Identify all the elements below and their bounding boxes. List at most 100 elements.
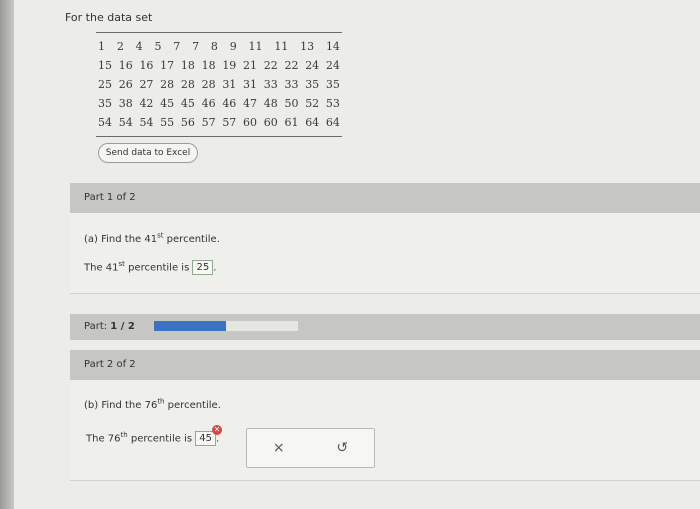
data-cell: 61 [284,116,299,129]
data-cell: 7 [192,40,200,53]
data-cell: 54 [98,116,112,129]
part1-answer-line: The 41st percentile is 25. [84,260,216,275]
data-cell: 7 [173,40,181,53]
data-cell: 26 [118,78,133,91]
data-cell: 31 [222,78,237,91]
data-cell: 35 [305,78,320,91]
data-cell: 46 [201,97,216,110]
data-cell: 35 [325,78,340,91]
part2-answer-end: . [215,433,220,445]
data-cell: 19 [222,59,237,72]
part1-question-suffix: percentile. [163,234,220,245]
progress-label: Part: 1 / 2 [84,321,135,332]
action-panel: × ↺ [246,428,375,468]
data-cell: 56 [180,116,195,129]
data-cell: 57 [222,116,237,129]
data-cell: 24 [305,59,320,72]
data-cell: 16 [139,59,154,72]
data-cell: 15 [98,59,112,72]
data-row: 1 2 4 5 7 7 8 9 11 11 13 14 [96,37,342,56]
part2-question-suffix: percentile. [164,400,221,411]
part1-question-prefix: (a) Find the 41 [84,234,158,245]
progress-bar: Part: 1 / 2 [70,314,700,340]
undo-icon[interactable]: ↺ [336,440,348,456]
data-cell: 9 [229,40,237,53]
data-cell: 5 [154,40,162,53]
data-cell: 4 [135,40,143,53]
data-cell: 28 [201,78,216,91]
data-cell: 48 [263,97,278,110]
part1-header: Part 1 of 2 [70,183,700,213]
data-cell: 27 [139,78,154,91]
data-cell: 53 [325,97,340,110]
progress-label-count: 1 / 2 [110,321,135,332]
data-row: 35 38 42 45 45 46 46 47 48 50 52 53 [96,94,342,113]
data-cell: 13 [300,40,315,53]
part2-question-prefix: (b) Find the 76 [84,400,158,411]
data-cell: 33 [284,78,299,91]
data-cell: 54 [139,116,154,129]
part2-question-sup: th [157,397,165,406]
part2-header: Part 2 of 2 [70,350,700,380]
part2-content: (b) Find the 76th percentile. The 76th p… [70,380,700,481]
page: For the data set 1 2 4 5 7 7 8 9 11 11 13 14 15 16 16 1… [14,0,700,509]
part1-answer-box[interactable]: 25 [192,260,214,275]
data-cell: 17 [160,59,175,72]
data-cell: 45 [180,97,195,110]
part2-answer-prefix: The 76 [86,433,121,445]
data-cell: 64 [325,116,340,129]
data-row: 54 54 54 55 56 57 57 60 60 61 64 64 [96,113,342,132]
data-cell: 18 [180,59,195,72]
data-cell: 54 [118,116,133,129]
data-cell: 11 [274,40,289,53]
data-cell: 60 [243,116,258,129]
part1-content: (a) Find the 41st percentile. The 41st p… [70,213,700,294]
error-x-icon: ✕ [211,425,222,435]
data-cell: 28 [160,78,175,91]
data-cell: 31 [243,78,258,91]
part1-answer-prefix: The 41 [84,262,119,274]
x-icon[interactable]: × [273,440,285,456]
data-cell: 18 [201,59,216,72]
part1-question: (a) Find the 41st percentile. [84,232,220,245]
data-cell: 11 [248,40,263,53]
data-cell: 14 [325,40,340,53]
progress-track [154,321,298,331]
data-cell: 33 [263,78,278,91]
data-cell: 60 [263,116,278,129]
data-cell: 52 [305,97,320,110]
data-cell: 2 [116,40,124,53]
progress-label-text: Part: [84,321,111,332]
part2-answer-line: The 76th percentile is 45 ✕. [86,425,222,446]
data-table: 1 2 4 5 7 7 8 9 11 11 13 14 15 16 16 17 18 18 19 21 22 22 24 24… [96,32,342,137]
data-cell: 50 [284,97,299,110]
data-cell: 42 [139,97,154,110]
data-cell: 45 [160,97,175,110]
intro-text: For the data set [65,11,153,24]
part2-answer-mid: percentile is [127,433,196,445]
data-cell: 28 [180,78,195,91]
data-row: 15 16 16 17 18 18 19 21 22 22 24 24 [96,56,342,75]
data-cell: 57 [201,116,216,129]
progress-fill [154,321,226,331]
data-cell: 21 [243,59,258,72]
send-to-excel-button[interactable]: Send data to Excel [98,143,198,163]
data-cell: 64 [305,116,320,129]
data-cell: 16 [118,59,133,72]
part2-answer-sup: th [120,431,128,440]
data-cell: 46 [222,97,237,110]
part2-header-label: Part 2 of 2 [84,359,136,370]
data-cell: 1 [98,40,105,53]
data-cell: 25 [98,78,112,91]
data-cell: 24 [325,59,340,72]
part1-answer-mid: percentile is [124,262,193,274]
data-cell: 55 [160,116,175,129]
data-cell: 35 [98,97,112,110]
data-cell: 22 [284,59,299,72]
part2-question: (b) Find the 76th percentile. [84,397,221,411]
data-cell: 22 [263,59,278,72]
part1-header-label: Part 1 of 2 [84,192,136,203]
part1-answer-end: . [213,262,217,274]
left-rail [0,0,14,509]
data-cell: 8 [210,40,218,53]
